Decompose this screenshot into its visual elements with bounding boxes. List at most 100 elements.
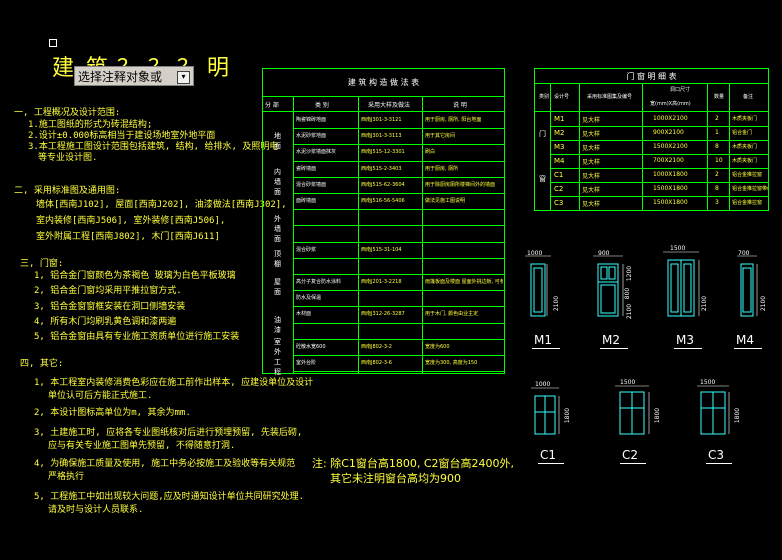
group-label: 油漆 <box>274 316 281 334</box>
door-table-title: 门 窗 明 细 表 <box>626 72 677 81</box>
table-cell: 铝合金推拉窗 <box>732 200 763 206</box>
note-line: 2, 本设计图标高单位为m, 其余为mm. <box>34 408 191 418</box>
table-cell: 西南J515-12-3301 <box>361 149 405 156</box>
combo-value: 选择注释对象或 <box>78 70 163 84</box>
dim-text: 800 <box>624 287 632 300</box>
table-row-divider <box>293 322 504 324</box>
note-line: 1, 铝合金门窗颜色为茶褐色 玻璃为白色平板玻璃 <box>34 271 236 281</box>
door-m1-outline[interactable] <box>530 263 546 317</box>
col-label: 洞口尺寸 <box>670 87 691 93</box>
elevation-label-c3: C3 <box>708 448 725 462</box>
table-cell: 西南J301-3-3113 <box>361 133 402 140</box>
table-cell: 1 <box>715 129 719 136</box>
footnote-line-1: 注: 除C1窗台高1800, C2窗台高2400外, <box>312 457 515 470</box>
table-cell: 宽度为600 <box>425 343 450 350</box>
table-cell: 面砖墙面 <box>296 198 317 204</box>
elevation-label-c1: C1 <box>540 448 557 462</box>
table-cell: 1500X1800 <box>653 199 688 206</box>
annotation-object-combo[interactable]: 选择注释对象或 ▾ <box>74 66 194 86</box>
dim-text: 2100 <box>701 295 709 312</box>
note-line: 3, 土建施工时, 应将各专业图纸核对后进行预埋预留, 先装后砌, <box>34 428 303 438</box>
table-cell: C2 <box>554 185 564 193</box>
table-cell: 见大样 <box>582 131 601 138</box>
title-char-1: 建 <box>52 56 75 81</box>
table-row-divider <box>293 306 504 308</box>
table-cell: 西南J515-62-3604 <box>361 181 405 188</box>
table-row-divider <box>550 126 768 127</box>
table-cell: 见大样 <box>582 187 601 194</box>
elevation-label-m2: M2 <box>602 333 620 347</box>
table-cell: 高分子复合防水涂料 <box>296 279 342 285</box>
note-line: 5, 工程施工中如出现较大问题,应及时通知设计单位共同研究处理. <box>34 492 305 502</box>
table-cell: 3 <box>715 199 719 206</box>
table-cell: 木材面 <box>296 311 312 318</box>
table-cell: 西南J516-56-5406 <box>361 198 405 204</box>
table-cell: 瓷砖墙面 <box>296 165 317 172</box>
group-label-window: 窗 <box>539 175 546 183</box>
table-cell: 2 <box>715 171 719 178</box>
table-cell: 见大样 <box>582 173 601 180</box>
table-cell: 见大样 <box>582 201 601 208</box>
table-cell: 1000X1800 <box>653 171 688 178</box>
table-cell: 10 <box>715 157 723 164</box>
elevation-label-m4: M4 <box>736 333 754 347</box>
table-cell: 室外台阶 <box>296 360 317 366</box>
table-row-divider <box>293 144 504 146</box>
table-cell: M2 <box>554 129 565 137</box>
col-header: 采用大样及做法 <box>368 102 411 109</box>
table-cell: 8 <box>715 143 719 150</box>
col-label: 备注 <box>743 94 754 100</box>
note-line: 室外附属工程[西南J802], 木门[西南J611] <box>36 232 220 242</box>
table-cell: 用于厨房, 厕所 <box>425 165 459 172</box>
table-cell: 1000X2100 <box>653 115 688 122</box>
col-header: 说 明 <box>453 102 467 109</box>
table-cell: 西南J802-3-6 <box>361 360 392 366</box>
col-label: 宽(mm)X高(mm) <box>650 101 691 107</box>
dim-text: 1500 <box>670 245 686 252</box>
dim-text: 1800 <box>734 407 742 424</box>
note-s2-head: 二, 采用标准图及通用图: <box>14 186 121 196</box>
col-label: 采用标准图集及编号 <box>587 94 633 100</box>
table-cell: 西南J201-3-2218 <box>361 279 402 285</box>
table-cell: C3 <box>554 199 564 207</box>
table-cell: 700X2100 <box>653 157 684 164</box>
grip-marker[interactable] <box>49 39 57 47</box>
table-row-divider <box>293 160 504 162</box>
chevron-down-icon[interactable]: ▾ <box>177 71 190 84</box>
dim-text: 1000 <box>527 250 543 257</box>
table-cell: 用于其它房间 <box>425 133 456 140</box>
table-cell: 木质夹板门 <box>732 158 758 164</box>
door-window-table: 门 窗 明 细 表 类别 设计号 采用标准图集及编号 洞口尺寸 宽(mm)X高(… <box>534 68 769 211</box>
note-line: 1, 本工程室内装修消费色彩应在施工前作出样本, 应建设单位及设计 <box>34 378 314 388</box>
note-line: 应与有关专业施工图单先预留, 不得随意打洞. <box>48 441 236 451</box>
table-row-divider <box>293 128 504 130</box>
table-cell: 2 <box>715 115 719 122</box>
group-label: 内墙面 <box>274 168 281 196</box>
construction-table: 建 筑 构 造 做 法 表 分 部 类 别 采用大样及做法 说 明 陶瓷锦砖地面… <box>262 68 505 376</box>
group-label-door: 门 <box>539 130 546 138</box>
table-cell: 用于厨房, 厕所, 阳台地面 <box>425 117 482 123</box>
col-label: 类别 <box>539 94 550 100</box>
elevation-label-m3: M3 <box>676 333 694 347</box>
table-cell: 水泥砂浆地面 <box>296 133 327 140</box>
table-cell: 防水及保温 <box>296 295 322 302</box>
group-label: 顶棚 <box>274 250 281 268</box>
note-line: 请及时与设计人员联系. <box>48 505 144 515</box>
dim-text: 1200 <box>626 265 634 282</box>
note-line: 严格执行 <box>48 472 85 482</box>
col-label: 数量 <box>714 94 725 100</box>
dim-text: 2100 <box>760 295 768 312</box>
dim-text: 1000 <box>535 381 551 388</box>
table-cell: 水泥沙浆墙面抹灰 <box>296 149 337 156</box>
note-line: 墙体[西南J102], 屋面[西南J202], 油漆做法[西南J302], <box>36 200 287 210</box>
table-cell: M3 <box>554 143 565 151</box>
table-cell: C1 <box>554 171 564 179</box>
table-cell: 雨篷板面及楼面 屋面外挑边板, 可参考楼板作法 <box>425 279 503 285</box>
dim-text: 700 <box>738 250 750 257</box>
group-label: 地面 <box>274 132 281 150</box>
table-cell: M1 <box>554 115 565 123</box>
dim-text: 2100 <box>553 295 561 312</box>
table-cell: 铝合金推拉窗 <box>732 172 763 178</box>
note-line: 等专业设计图. <box>38 153 98 163</box>
dim-text: 1800 <box>654 407 662 424</box>
